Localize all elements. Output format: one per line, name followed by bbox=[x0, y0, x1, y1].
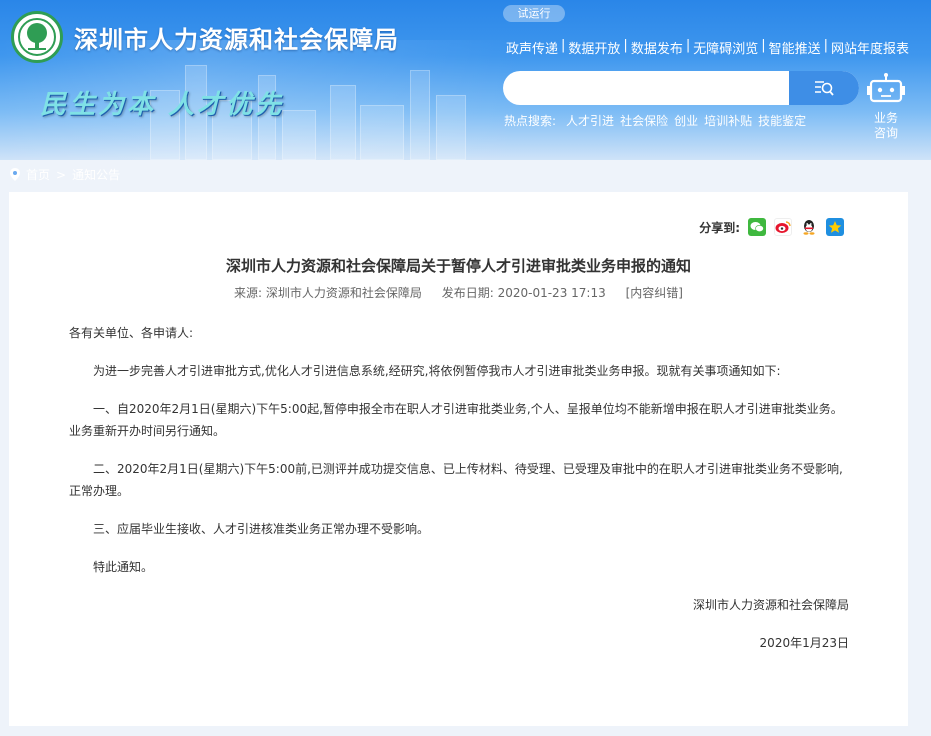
site-slogan: 民生为本 人才优先 bbox=[40, 90, 285, 120]
article-salutation: 各有关单位、各申请人: bbox=[69, 326, 194, 340]
breadcrumb-current[interactable]: 通知公告 bbox=[72, 166, 120, 183]
tree-logo-icon bbox=[18, 18, 56, 56]
trial-badge: 试运行 bbox=[503, 5, 565, 22]
nav-item-data-release[interactable]: 数据发布 bbox=[629, 38, 685, 57]
article-meta: 来源: 深圳市人力资源和社会保障局 发布日期: 2020-01-23 17:13… bbox=[9, 284, 908, 301]
article-closing: 特此通知。 bbox=[93, 560, 154, 574]
share-label: 分享到: bbox=[699, 220, 740, 235]
weibo-icon[interactable] bbox=[774, 218, 792, 236]
article-body: 各有关单位、各申请人: 为进一步完善人才引进审批方式,优化人才引进信息系统,经研… bbox=[69, 322, 849, 670]
nav-item-policy[interactable]: 政声传递 bbox=[504, 38, 560, 57]
article-item-3: 三、应届毕业生接收、人才引进核准类业务正常办理不受影响。 bbox=[93, 522, 430, 536]
hot-term-training-subsidy[interactable]: 培训补贴 bbox=[704, 112, 752, 129]
qzone-icon[interactable] bbox=[826, 218, 844, 236]
robot-icon bbox=[867, 73, 905, 103]
hot-term-social-insurance[interactable]: 社会保险 bbox=[620, 112, 668, 129]
top-navigation: 政声传递 | 数据开放 | 数据发布 | 无障碍浏览 | 智能推送 | 网站年度报表 bbox=[504, 38, 911, 57]
search-bar bbox=[503, 71, 859, 105]
article-date: 发布日期: 2020-01-23 17:13 bbox=[441, 286, 606, 300]
breadcrumb-home[interactable]: 首页 bbox=[26, 166, 50, 183]
article-signature: 深圳市人力资源和社会保障局 bbox=[692, 598, 849, 612]
business-consult[interactable]: 业务咨询 bbox=[862, 72, 910, 141]
article-title: 深圳市人力资源和社会保障局关于暂停人才引进审批类业务申报的通知 bbox=[225, 257, 691, 275]
qq-icon[interactable] bbox=[800, 218, 818, 236]
site-header: 深圳市人力资源和社会保障局 民生为本 人才优先 试运行 政声传递 | 数据开放 | … bbox=[0, 0, 931, 160]
breadcrumb: 首页 > 通知公告 bbox=[10, 166, 120, 183]
hot-search: 热点搜索: 人才引进 社会保险 创业 培训补贴 技能鉴定 bbox=[504, 112, 806, 129]
site-title[interactable]: 深圳市人力资源和社会保障局 bbox=[74, 20, 399, 55]
article-item-1: 一、自2020年2月1日(星期六)下午5:00起,暂停申报全市在职人才引进审批类… bbox=[69, 402, 843, 438]
content-correction-link[interactable]: [内容纠错] bbox=[626, 286, 683, 300]
article-intro: 为进一步完善人才引进审批方式,优化人才引进信息系统,经研究,将依例暂停我市人才引… bbox=[93, 364, 781, 378]
wechat-icon[interactable] bbox=[748, 218, 766, 236]
nav-item-accessibility[interactable]: 无障碍浏览 bbox=[691, 38, 760, 57]
article-source: 来源: 深圳市人力资源和社会保障局 bbox=[234, 286, 422, 300]
search-input[interactable] bbox=[503, 71, 788, 105]
hot-term-skill-assessment[interactable]: 技能鉴定 bbox=[758, 112, 806, 129]
article-item-2: 二、2020年2月1日(星期六)下午5:00前,已测评并成功提交信息、已上传材料… bbox=[69, 462, 843, 498]
hot-term-talent[interactable]: 人才引进 bbox=[566, 112, 614, 129]
share-bar: 分享到: bbox=[699, 218, 844, 236]
nav-item-smart-push[interactable]: 智能推送 bbox=[767, 38, 823, 57]
location-pin-icon bbox=[10, 168, 20, 181]
hot-search-label: 热点搜索: bbox=[504, 114, 557, 128]
search-icon bbox=[815, 81, 834, 96]
article-sign-date: 2020年1月23日 bbox=[759, 636, 849, 650]
breadcrumb-separator: > bbox=[56, 167, 67, 182]
nav-item-annual-report[interactable]: 网站年度报表 bbox=[829, 38, 911, 57]
consult-label: 业务咨询 bbox=[873, 111, 898, 140]
site-logo[interactable] bbox=[11, 11, 63, 63]
nav-item-open-data[interactable]: 数据开放 bbox=[566, 38, 622, 57]
hot-term-startup[interactable]: 创业 bbox=[674, 112, 698, 129]
article-panel: 分享到: 深圳市人力资源和社会保障局关于暂停人才引进审批类业务申报的通知 来源:… bbox=[9, 192, 908, 726]
search-button[interactable] bbox=[789, 71, 859, 105]
